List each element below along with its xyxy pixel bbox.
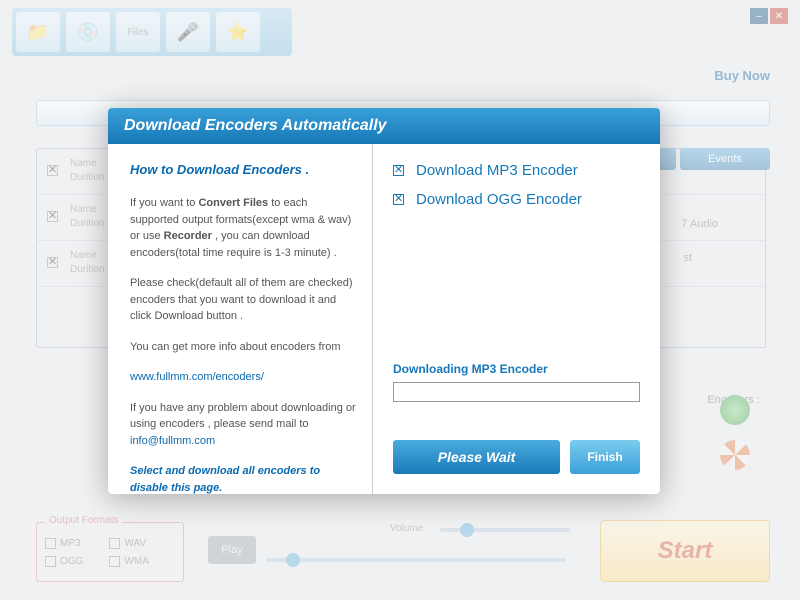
support-email-link[interactable]: info@fullmm.com xyxy=(130,435,215,447)
dialog-paragraph: If you have any problem about downloadin… xyxy=(130,400,358,450)
dialog-heading: How to Download Encoders . xyxy=(130,162,358,177)
dialog-info-panel: How to Download Encoders . If you want t… xyxy=(108,144,373,494)
dialog-paragraph: Please check(default all of them are che… xyxy=(130,275,358,325)
checkbox-icon xyxy=(393,165,404,176)
progress-bar xyxy=(393,382,640,402)
dialog-instruction: Select and download all encoders to disa… xyxy=(130,463,358,494)
download-status-label: Downloading MP3 Encoder xyxy=(393,362,640,376)
encoder-ogg-checkbox[interactable]: Download OGG Encoder xyxy=(393,191,640,208)
checkbox-icon xyxy=(393,194,404,205)
finish-button[interactable]: Finish xyxy=(570,440,640,474)
encoders-url-link[interactable]: www.fullmm.com/encoders/ xyxy=(130,371,264,383)
dialog-paragraph: You can get more info about encoders fro… xyxy=(130,339,358,356)
dialog-title: Download Encoders Automatically xyxy=(108,108,660,144)
download-status: Downloading MP3 Encoder xyxy=(393,362,640,402)
download-encoders-dialog: Download Encoders Automatically How to D… xyxy=(108,108,660,494)
dialog-paragraph: If you want to Convert Files to each sup… xyxy=(130,195,358,261)
dialog-action-panel: Download MP3 Encoder Download OGG Encode… xyxy=(373,144,660,494)
please-wait-button[interactable]: Please Wait xyxy=(393,440,560,474)
encoder-mp3-checkbox[interactable]: Download MP3 Encoder xyxy=(393,162,640,179)
